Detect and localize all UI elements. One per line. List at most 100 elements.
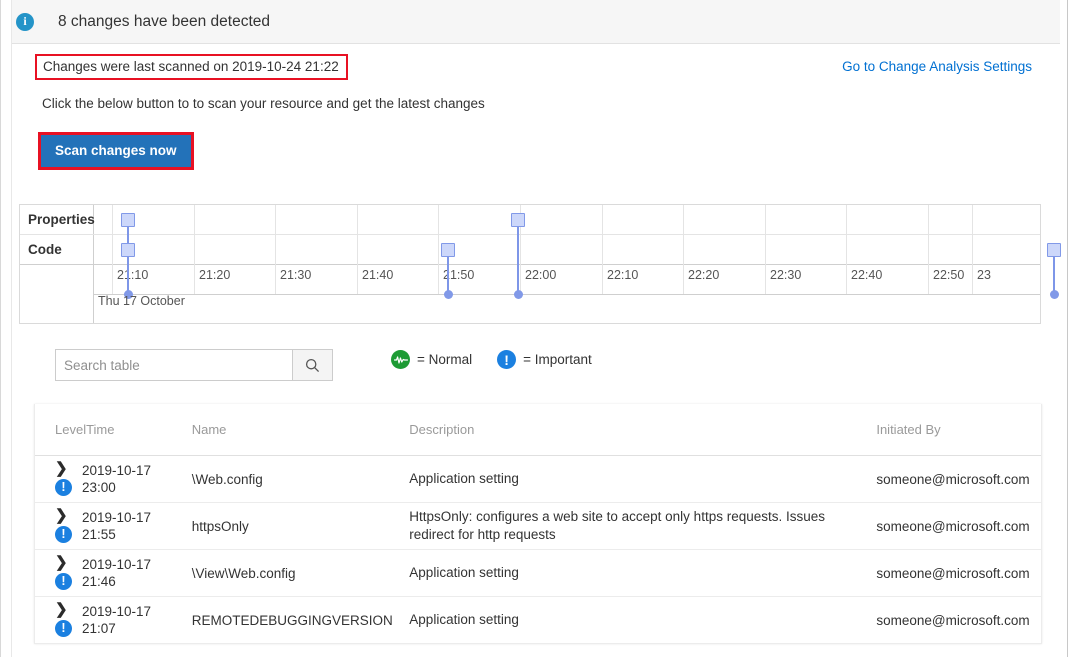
- row-date: 2019-10-17: [82, 556, 151, 573]
- cell-leveltime: ❯!2019-10-1721:07: [35, 597, 188, 643]
- row-date: 2019-10-17: [82, 509, 151, 526]
- timeline-marker-properties[interactable]: [121, 213, 135, 227]
- severity-legend: = Normal ! = Important: [391, 350, 592, 369]
- timeline-divider-1: [94, 234, 1040, 235]
- row-time: 21:46: [82, 573, 151, 590]
- timeline-gridline: [438, 205, 439, 294]
- timeline-day-label: Thu 17 October: [98, 294, 185, 308]
- timeline-marker-code[interactable]: [1047, 243, 1061, 257]
- row-time: 21:07: [82, 620, 151, 637]
- important-exclamation-icon: !: [55, 479, 72, 496]
- timeline-gridline: [112, 205, 113, 294]
- timeline-row-label-properties: Properties: [20, 205, 94, 234]
- chevron-right-icon[interactable]: ❯: [55, 462, 68, 475]
- timeline-event-stem: [127, 220, 129, 294]
- timeline-event-dot[interactable]: [1050, 290, 1059, 299]
- timeline-tick-label: 21:10: [117, 268, 148, 282]
- cell-name: \Web.config: [188, 456, 406, 502]
- timeline-tick-label: 22:10: [607, 268, 638, 282]
- column-header-name: Name: [188, 404, 406, 455]
- row-timestamp: 2019-10-1721:07: [82, 603, 151, 637]
- timeline-tick-label: 23: [977, 268, 991, 282]
- timeline-tick-label: 22:50: [933, 268, 964, 282]
- chevron-right-icon[interactable]: ❯: [55, 509, 68, 522]
- change-analysis-panel: i 8 changes have been detected Changes w…: [0, 0, 1068, 657]
- cell-initiatedby: someone@microsoft.com: [872, 456, 1041, 502]
- last-scanned-highlight: Changes were last scanned on 2019-10-24 …: [35, 54, 348, 80]
- table-row[interactable]: ❯!2019-10-1721:46\View\Web.configApplica…: [35, 550, 1041, 597]
- timeline-gridline: [194, 205, 195, 294]
- row-timestamp: 2019-10-1721:55: [82, 509, 151, 543]
- row-date: 2019-10-17: [82, 462, 151, 479]
- timeline-gridline: [846, 205, 847, 294]
- cell-name: httpsOnly: [188, 503, 406, 549]
- legend-item-important: ! = Important: [497, 350, 592, 369]
- search-table-box: [55, 349, 333, 381]
- timeline-event-stem: [517, 220, 519, 294]
- left-gutter: [1, 0, 12, 657]
- row-timestamp: 2019-10-1723:00: [82, 462, 151, 496]
- timeline-axis-line: [94, 294, 1040, 295]
- cell-description: HttpsOnly: configures a web site to acce…: [405, 503, 872, 549]
- timeline-plot-area[interactable]: 21:1021:2021:3021:4021:5022:0022:1022:20…: [94, 205, 1040, 323]
- column-header-initiatedby: Initiated By: [872, 404, 1041, 455]
- timeline-marker-properties[interactable]: [511, 213, 525, 227]
- last-scanned-text: Changes were last scanned on 2019-10-24 …: [43, 58, 339, 75]
- description-text: Application setting: [409, 611, 519, 629]
- timeline-gridline: [765, 205, 766, 294]
- change-analysis-settings-link[interactable]: Go to Change Analysis Settings: [842, 59, 1032, 74]
- timeline-gridline: [972, 205, 973, 294]
- search-icon: [305, 358, 320, 373]
- row-time: 23:00: [82, 479, 151, 496]
- search-input[interactable]: [56, 350, 292, 380]
- bottom-edge: [13, 653, 1059, 657]
- row-timestamp: 2019-10-1721:46: [82, 556, 151, 590]
- timeline-gridline: [928, 205, 929, 294]
- changes-table: LevelTime Name Description Initiated By …: [34, 404, 1042, 644]
- scan-changes-now-button[interactable]: Scan changes now: [41, 135, 191, 167]
- cell-initiatedby: someone@microsoft.com: [872, 597, 1041, 643]
- changes-timeline-chart: Properties Code 21:1021:2021:3021:4021:5…: [19, 204, 1041, 324]
- timeline-tick-label: 21:30: [280, 268, 311, 282]
- timeline-event-dot[interactable]: [444, 290, 453, 299]
- table-row[interactable]: ❯!2019-10-1721:07REMOTEDEBUGGINGVERSIONA…: [35, 597, 1041, 644]
- timeline-marker-code[interactable]: [121, 243, 135, 257]
- table-row[interactable]: ❯!2019-10-1721:55httpsOnlyHttpsOnly: con…: [35, 503, 1041, 550]
- column-header-description: Description: [405, 404, 872, 455]
- timeline-axis-label-spacer: [20, 265, 94, 323]
- timeline-tick-label: 22:00: [525, 268, 556, 282]
- cell-initiatedby: someone@microsoft.com: [872, 503, 1041, 549]
- table-header-row: LevelTime Name Description Initiated By: [35, 404, 1041, 456]
- notification-message: 8 changes have been detected: [58, 13, 270, 31]
- timeline-gridline: [275, 205, 276, 294]
- timeline-marker-code[interactable]: [441, 243, 455, 257]
- table-row[interactable]: ❯!2019-10-1723:00\Web.configApplication …: [35, 456, 1041, 503]
- cell-initiatedby: someone@microsoft.com: [872, 550, 1041, 596]
- column-header-leveltime: LevelTime: [35, 404, 188, 455]
- notification-banner: i 8 changes have been detected: [2, 0, 1060, 44]
- timeline-tick-label: 21:20: [199, 268, 230, 282]
- instruction-text: Click the below button to to scan your r…: [42, 96, 485, 111]
- timeline-gridline: [357, 205, 358, 294]
- cell-name: REMOTEDEBUGGINGVERSION: [188, 597, 406, 643]
- info-icon: i: [16, 13, 34, 31]
- cell-description: Application setting: [405, 550, 872, 596]
- description-text: Application setting: [409, 564, 519, 582]
- row-expand-column: ❯!: [55, 603, 77, 637]
- content-area: Changes were last scanned on 2019-10-24 …: [2, 44, 1060, 657]
- row-time: 21:55: [82, 526, 151, 543]
- timeline-event-dot[interactable]: [514, 290, 523, 299]
- cell-leveltime: ❯!2019-10-1723:00: [35, 456, 188, 502]
- table-body: ❯!2019-10-1723:00\Web.configApplication …: [35, 456, 1041, 644]
- timeline-row-label-code: Code: [20, 235, 94, 264]
- search-button[interactable]: [292, 350, 332, 380]
- timeline-divider-2: [94, 264, 1040, 265]
- row-expand-column: ❯!: [55, 462, 77, 496]
- cell-description: Application setting: [405, 456, 872, 502]
- cell-leveltime: ❯! 2019-10-1721:46: [35, 550, 188, 596]
- normal-pulse-icon: [391, 350, 410, 369]
- timeline-gridline: [602, 205, 603, 294]
- chevron-right-icon[interactable]: ❯: [55, 556, 68, 569]
- chevron-right-icon[interactable]: ❯: [55, 603, 68, 616]
- important-exclamation-icon: !: [55, 573, 72, 590]
